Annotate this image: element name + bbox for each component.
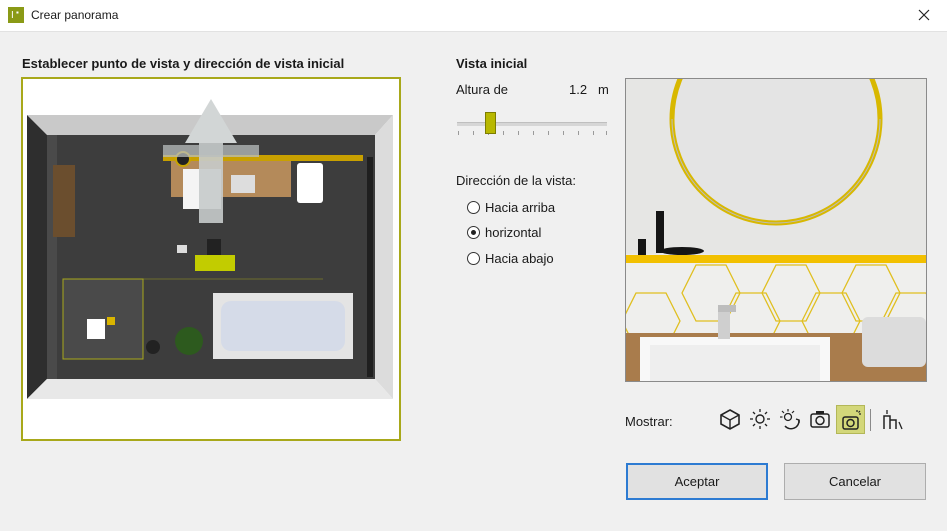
slider-tick [593, 131, 594, 135]
cube-view-button[interactable] [716, 405, 745, 434]
direction-label: Dirección de la vista: [456, 173, 576, 188]
light-settings-icon [780, 409, 800, 430]
cube-view-icon [720, 409, 740, 430]
camera-button[interactable] [806, 405, 835, 434]
radio-button[interactable] [467, 252, 480, 265]
radio-button[interactable] [467, 201, 480, 214]
path-button[interactable] [878, 405, 907, 434]
close-icon [918, 9, 930, 21]
radio-label: Hacia arriba [485, 200, 556, 215]
slider-tick [548, 131, 549, 135]
floor-plan-viewport[interactable] [21, 77, 401, 441]
slider-tick [533, 131, 534, 135]
toolbar-separator [870, 409, 871, 431]
window-title: Crear panorama [31, 8, 119, 22]
slider-tick [563, 131, 564, 135]
camera-light-icon [842, 410, 861, 430]
initial-view-title: Vista inicial [456, 56, 528, 71]
accept-button[interactable]: Aceptar [626, 463, 768, 500]
height-label: Altura de [456, 82, 509, 97]
preview-render [626, 79, 926, 381]
panorama-preview[interactable] [625, 78, 927, 382]
app-icon: I ▪ [8, 7, 24, 23]
path-icon [883, 410, 903, 430]
height-unit: m [598, 82, 609, 97]
slider-tick [503, 131, 504, 135]
height-value: 1.2 [569, 82, 588, 97]
slider-tick [578, 131, 579, 135]
light-settings-button[interactable] [776, 405, 805, 434]
radio-button[interactable] [467, 226, 480, 239]
radio-label: Hacia abajo [485, 251, 554, 266]
close-button[interactable] [901, 0, 947, 31]
camera-light-button[interactable] [836, 405, 865, 434]
slider-tick [518, 131, 519, 135]
viewpoint-section-title: Establecer punto de vista y dirección de… [22, 56, 345, 71]
light-button[interactable] [746, 405, 775, 434]
floor-plan-render [27, 99, 393, 399]
height-slider-track[interactable] [457, 122, 607, 126]
slider-tick [458, 131, 459, 135]
title-bar: I ▪ Crear panorama [0, 0, 947, 32]
cancel-button[interactable]: Cancelar [784, 463, 926, 500]
camera-icon [810, 411, 830, 428]
slider-tick [473, 131, 474, 135]
show-label: Mostrar: [625, 414, 673, 429]
slider-tick [606, 131, 607, 135]
height-slider-thumb[interactable] [485, 112, 496, 134]
radio-label: horizontal [485, 225, 542, 240]
light-icon [750, 409, 770, 429]
